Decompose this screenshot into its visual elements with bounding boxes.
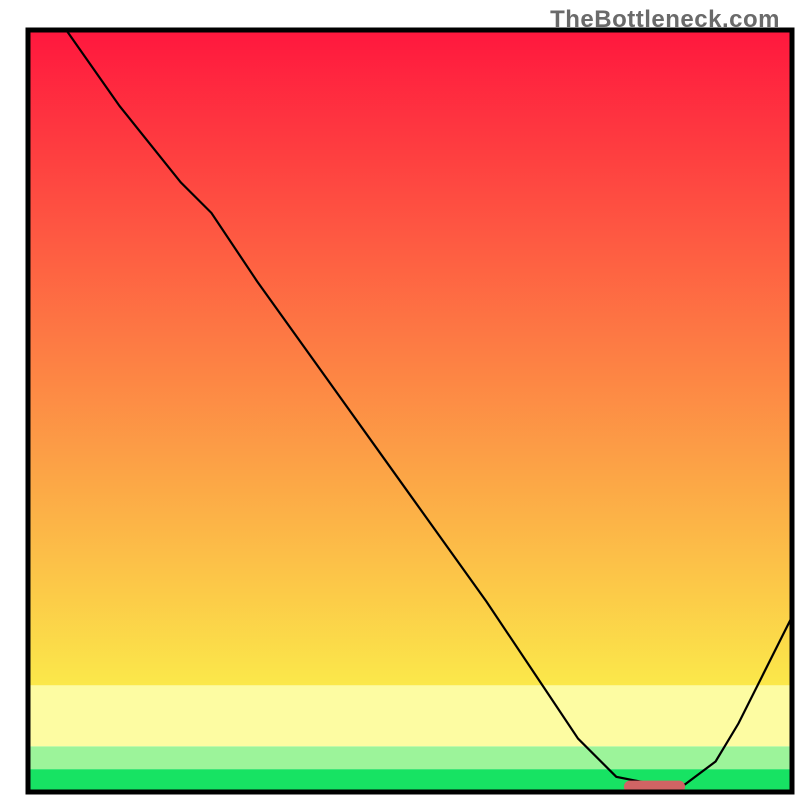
bg-band-pale-yellow <box>28 685 792 746</box>
chart-svg <box>0 0 800 800</box>
bg-band-pale-green <box>28 746 792 769</box>
bg-band-gradient <box>28 30 792 685</box>
plot-area <box>28 30 792 792</box>
watermark-text: TheBottleneck.com <box>550 6 780 34</box>
bottleneck-chart: { "watermark": "TheBottleneck.com", "cha… <box>0 0 800 800</box>
